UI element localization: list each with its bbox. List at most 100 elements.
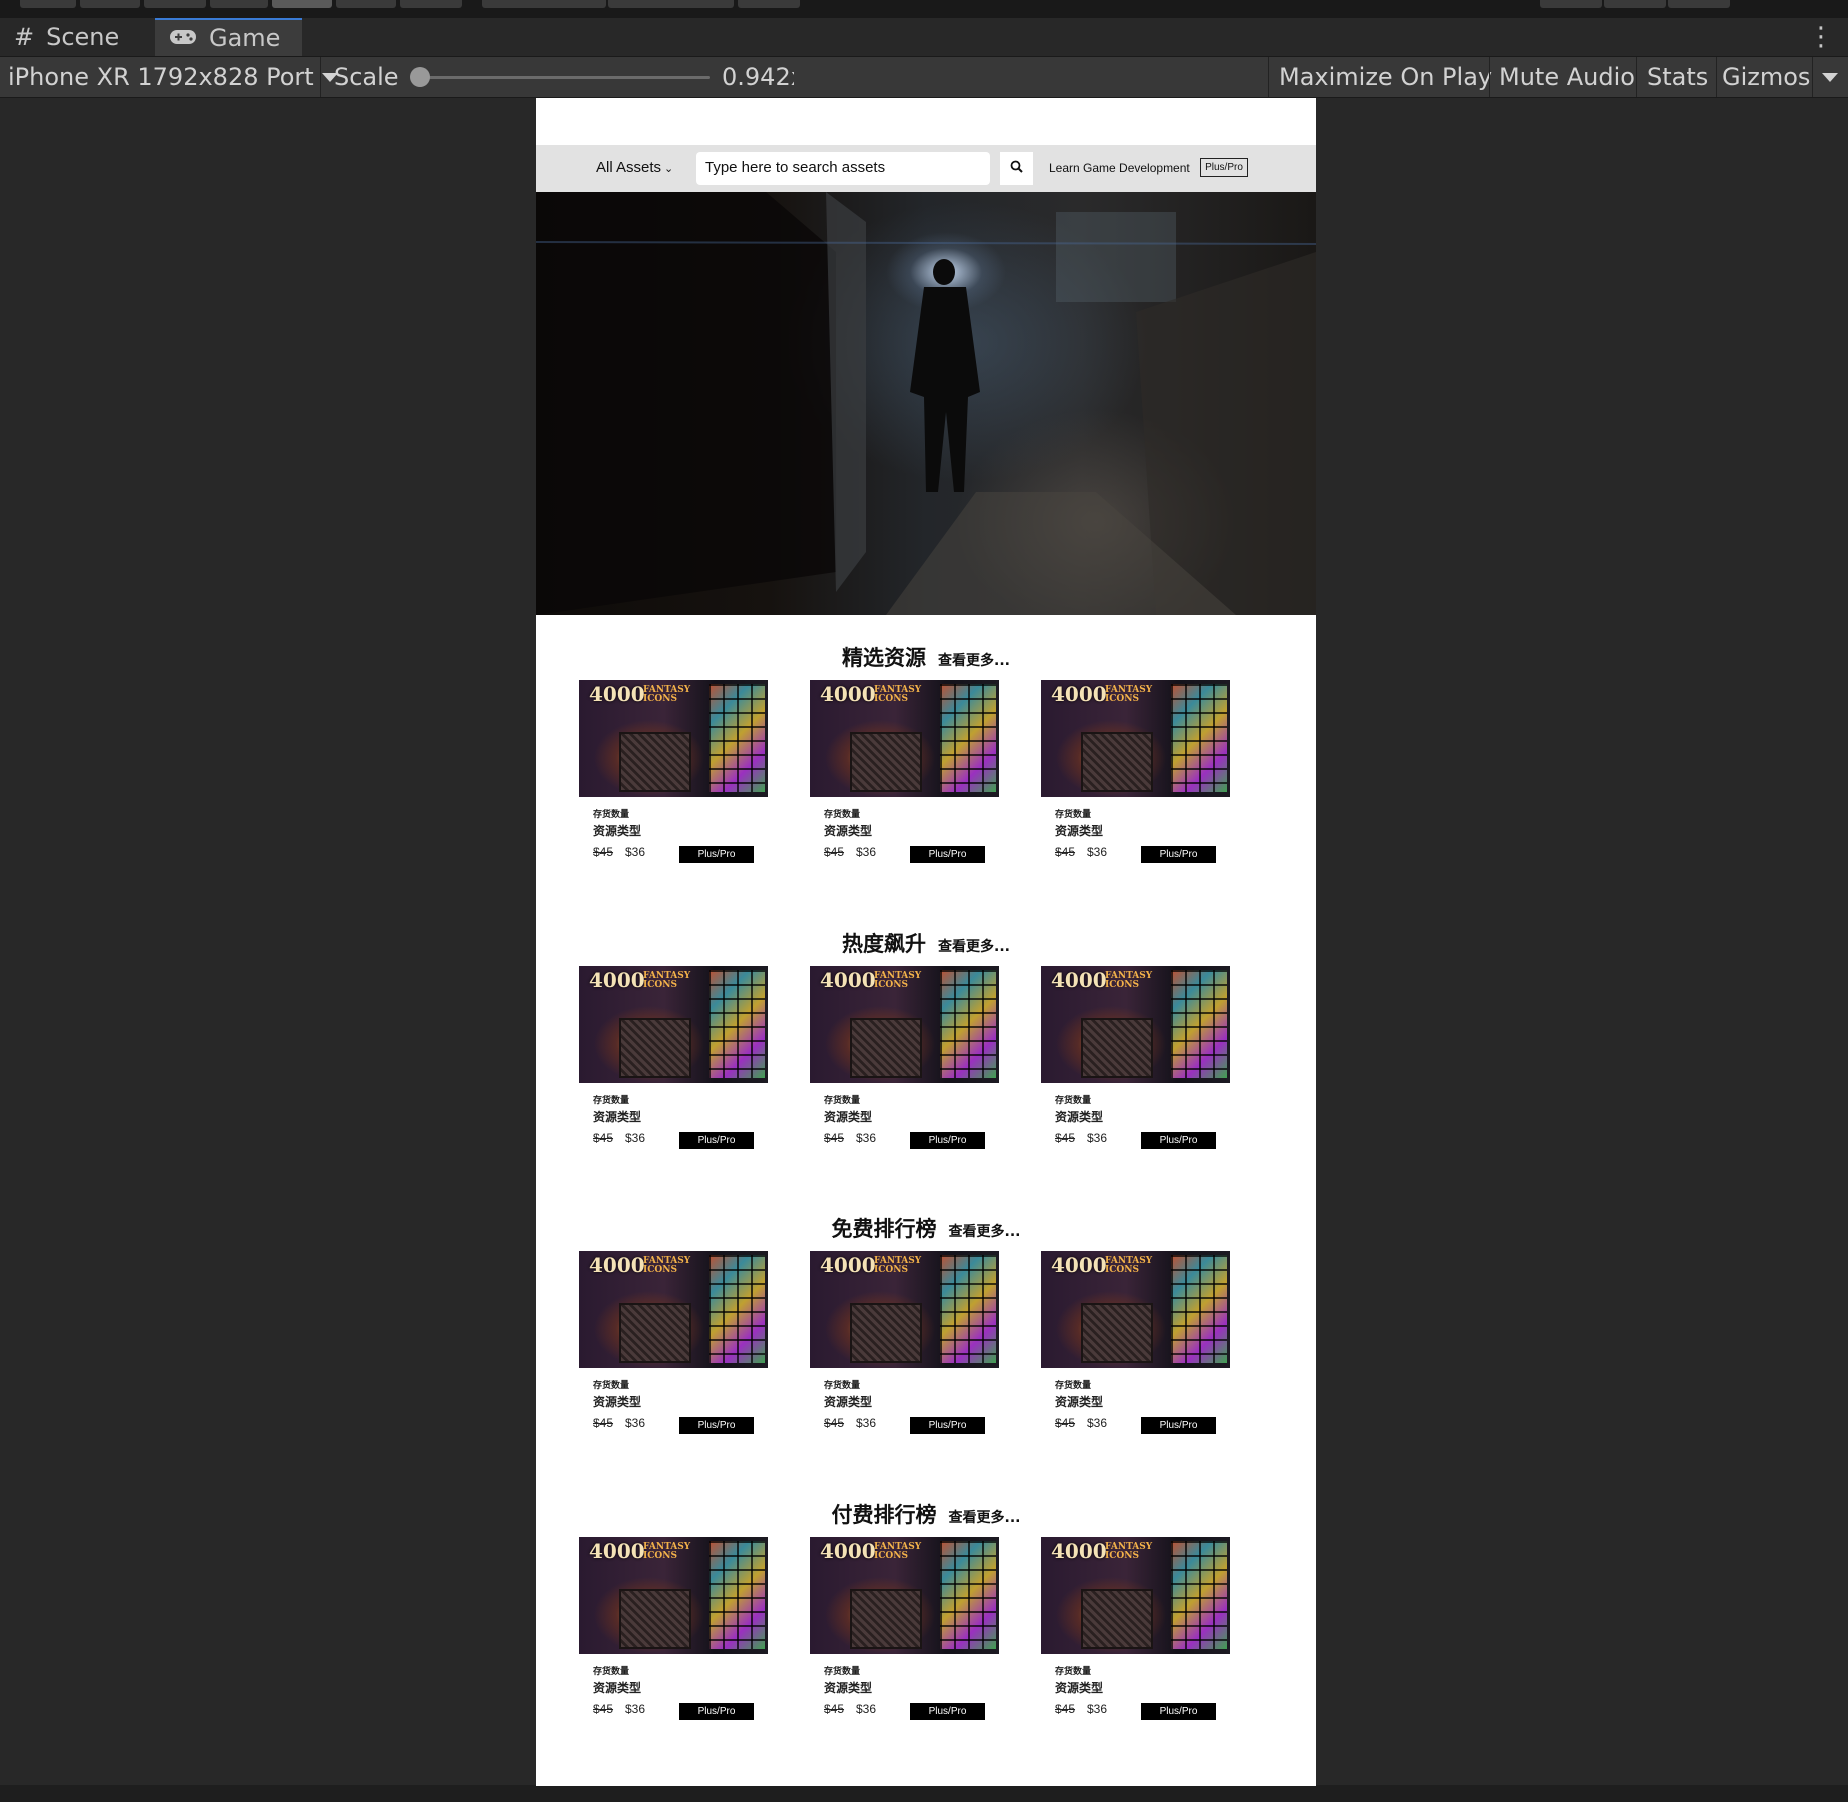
plus-pro-button[interactable]: Plus/Pro (679, 846, 754, 863)
toolbar-button[interactable] (20, 0, 76, 8)
tab-scene[interactable]: # Scene (0, 18, 152, 56)
asset-card[interactable]: 4000 FANTASY ICONS 存货数量 资源类型 $45 $36 Plus/Pro (579, 1251, 769, 1441)
plus-pro-button[interactable]: Plus/Pro (679, 1417, 754, 1434)
see-more-link[interactable]: 查看更多... (949, 1510, 1021, 1526)
divider (1489, 57, 1490, 97)
editor-status-bar (0, 1785, 1848, 1802)
asset-card[interactable]: 4000 FANTASY ICONS 存货数量 资源类型 $45 $36 Plus/Pro (1041, 1251, 1231, 1441)
gizmos-dropdown[interactable] (1822, 57, 1838, 97)
original-price: $45 (1055, 1416, 1076, 1430)
see-more-link[interactable]: 查看更多... (938, 939, 1010, 955)
plus-pro-button[interactable]: Plus/Pro (910, 1132, 985, 1149)
treasure-chest-image (619, 1018, 691, 1078)
see-more-link[interactable]: 查看更多... (949, 1224, 1021, 1240)
plus-pro-button[interactable]: Plus/Pro (1141, 846, 1216, 863)
search-button[interactable] (1000, 152, 1033, 185)
toolbar-button[interactable] (272, 0, 332, 8)
plus-pro-button[interactable]: Plus/Pro (679, 1132, 754, 1149)
mute-audio-toggle[interactable]: Mute Audio (1499, 57, 1635, 97)
more-options-icon[interactable]: ⋮ (1808, 22, 1834, 52)
asset-thumbnail[interactable]: 4000 FANTASY ICONS (579, 966, 768, 1083)
asset-card[interactable]: 4000 FANTASY ICONS 存货数量 资源类型 $45 $36 Plus/Pro (810, 680, 1000, 870)
plus-pro-button[interactable]: Plus/Pro (910, 1417, 985, 1434)
thumbnail-number: 4000 (820, 682, 876, 706)
asset-thumbnail[interactable]: 4000 FANTASY ICONS (810, 1251, 999, 1368)
original-price: $45 (1055, 1702, 1076, 1716)
plus-pro-button[interactable]: Plus/Pro (1141, 1703, 1216, 1720)
stock-label: 存货数量 (824, 1381, 861, 1391)
editor-toolbar (0, 0, 1848, 18)
sale-price: $36 (625, 1131, 646, 1145)
divider (1716, 57, 1717, 97)
stock-label: 存货数量 (593, 810, 630, 820)
asset-thumbnail[interactable]: 4000 FANTASY ICONS (579, 1251, 768, 1368)
sale-price: $36 (1087, 1702, 1108, 1716)
sale-price: $36 (625, 845, 646, 859)
asset-card[interactable]: 4000 FANTASY ICONS 存货数量 资源类型 $45 $36 Plus/Pro (579, 1537, 769, 1727)
search-placeholder: Type here to search assets (705, 159, 886, 176)
scale-slider-track[interactable] (418, 76, 710, 79)
gizmos-toggle[interactable]: Gizmos (1722, 57, 1810, 97)
thumbnail-number: 4000 (1051, 1539, 1107, 1563)
scale-slider-handle[interactable] (410, 67, 430, 87)
asset-card[interactable]: 4000 FANTASY ICONS 存货数量 资源类型 $45 $36 Plus/Pro (810, 966, 1000, 1156)
asset-card[interactable]: 4000 FANTASY ICONS 存货数量 资源类型 $45 $36 Plus/Pro (810, 1251, 1000, 1441)
all-assets-dropdown[interactable]: All Assets ⌄ (596, 159, 673, 176)
stats-toggle[interactable]: Stats (1647, 57, 1708, 97)
toolbar-button[interactable] (336, 0, 396, 8)
asset-card[interactable]: 4000 FANTASY ICONS 存货数量 资源类型 $45 $36 Plus/Pro (810, 1537, 1000, 1727)
plus-pro-button[interactable]: Plus/Pro (910, 846, 985, 863)
asset-card[interactable]: 4000 FANTASY ICONS 存货数量 资源类型 $45 $36 Plus/Pro (1041, 1537, 1231, 1727)
toolbar-button[interactable] (1668, 0, 1730, 8)
asset-thumbnail[interactable]: 4000 FANTASY ICONS (810, 680, 999, 797)
icon-grid-image (940, 684, 996, 792)
treasure-chest-image (1081, 732, 1153, 792)
toolbar-button[interactable] (210, 0, 268, 8)
asset-card[interactable]: 4000 FANTASY ICONS 存货数量 资源类型 $45 $36 Plus/Pro (1041, 680, 1231, 870)
hero-banner[interactable] (536, 192, 1316, 615)
plus-pro-nav-button[interactable]: Plus/Pro (1200, 158, 1248, 177)
sale-price: $36 (856, 1702, 877, 1716)
thumbnail-subtitle: FANTASY ICONS (874, 1542, 922, 1561)
search-input[interactable]: Type here to search assets (696, 152, 990, 185)
asset-thumbnail[interactable]: 4000 FANTASY ICONS (579, 1537, 768, 1654)
tab-game[interactable]: Game (155, 18, 302, 56)
toolbar-button[interactable] (144, 0, 206, 8)
stock-label: 存货数量 (593, 1096, 630, 1106)
toolbar-button[interactable] (608, 0, 734, 8)
asset-card[interactable]: 4000 FANTASY ICONS 存货数量 资源类型 $45 $36 Plus/Pro (1041, 966, 1231, 1156)
toolbar-button[interactable] (1604, 0, 1666, 8)
toolbar-button[interactable] (1540, 0, 1602, 8)
stock-label: 存货数量 (593, 1667, 630, 1677)
asset-thumbnail[interactable]: 4000 FANTASY ICONS (810, 1537, 999, 1654)
asset-card[interactable]: 4000 FANTASY ICONS 存货数量 资源类型 $45 $36 Plus/Pro (579, 680, 769, 870)
sale-price: $36 (856, 845, 877, 859)
toolbar-button[interactable] (482, 0, 606, 8)
resolution-dropdown[interactable]: iPhone XR 1792x828 Port (8, 57, 338, 97)
icon-grid-image (940, 970, 996, 1078)
see-more-link[interactable]: 查看更多... (938, 653, 1010, 669)
asset-thumbnail[interactable]: 4000 FANTASY ICONS (1041, 1251, 1230, 1368)
maximize-on-play-toggle[interactable]: Maximize On Play (1279, 57, 1492, 97)
asset-card[interactable]: 4000 FANTASY ICONS 存货数量 资源类型 $45 $36 Plus/Pro (579, 966, 769, 1156)
section-title: 免费排行榜 (831, 1217, 937, 1241)
section-title: 付费排行榜 (831, 1503, 937, 1527)
toolbar-button[interactable] (400, 0, 462, 8)
stock-label: 存货数量 (1055, 1381, 1092, 1391)
asset-type-label: 资源类型 (824, 1681, 873, 1695)
toolbar-button[interactable] (738, 0, 800, 8)
asset-thumbnail[interactable]: 4000 FANTASY ICONS (1041, 680, 1230, 797)
divider (1636, 57, 1637, 97)
asset-thumbnail[interactable]: 4000 FANTASY ICONS (1041, 1537, 1230, 1654)
toolbar-button[interactable] (80, 0, 140, 8)
asset-thumbnail[interactable]: 4000 FANTASY ICONS (579, 680, 768, 797)
plus-pro-button[interactable]: Plus/Pro (1141, 1132, 1216, 1149)
learn-game-development-link[interactable]: Learn Game Development (1049, 161, 1190, 175)
hero-image (536, 192, 1316, 615)
plus-pro-button[interactable]: Plus/Pro (679, 1703, 754, 1720)
asset-thumbnail[interactable]: 4000 FANTASY ICONS (810, 966, 999, 1083)
plus-pro-button[interactable]: Plus/Pro (1141, 1417, 1216, 1434)
asset-thumbnail[interactable]: 4000 FANTASY ICONS (1041, 966, 1230, 1083)
plus-pro-button[interactable]: Plus/Pro (910, 1703, 985, 1720)
tab-bar: # Scene Game ⋮ (0, 18, 1848, 57)
